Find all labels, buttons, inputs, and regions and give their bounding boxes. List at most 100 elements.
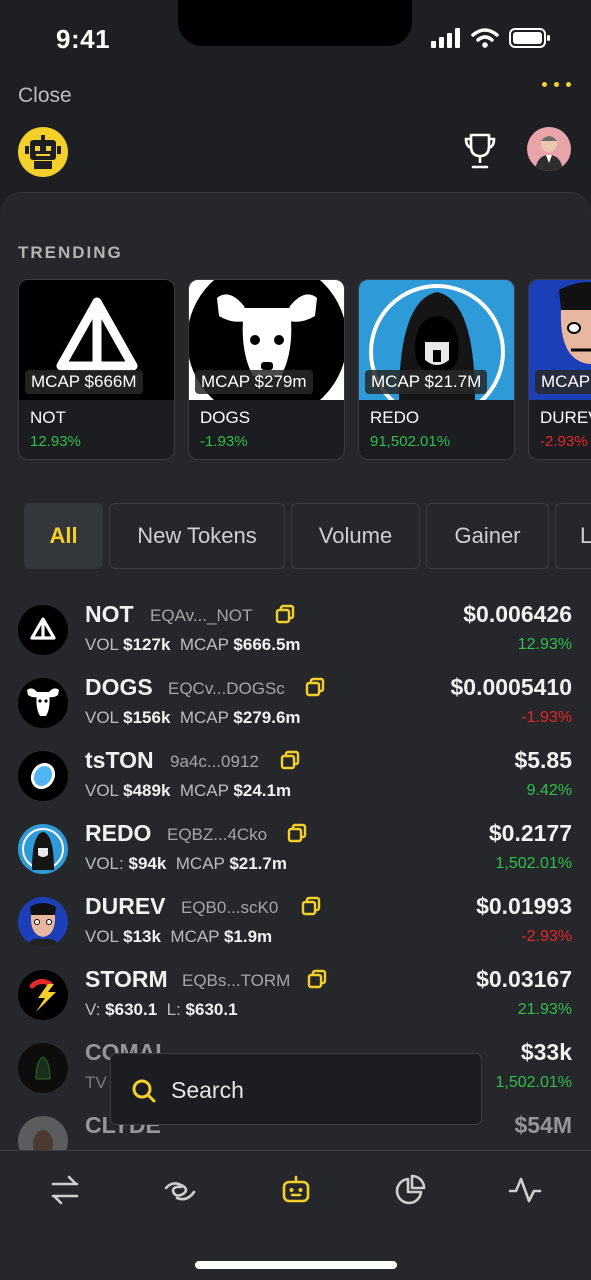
swap-icon: [51, 1175, 79, 1205]
trend-token-change: 12.93%: [30, 433, 81, 450]
close-button[interactable]: Close: [18, 84, 72, 108]
token-symbol: DUREV: [85, 893, 166, 919]
durev-portrait-icon: [18, 897, 68, 947]
robot-icon: [25, 135, 61, 169]
token-change: -1.93%: [521, 709, 572, 726]
tston-logo-icon: [18, 751, 68, 801]
token-address: 9a4c...0912: [170, 752, 259, 771]
trend-token-name: REDO: [370, 408, 420, 427]
battery-icon: [509, 28, 550, 48]
token-price: $0.03167: [476, 966, 572, 992]
token-change: 21.93%: [517, 1001, 572, 1018]
token-change: 12.93%: [517, 636, 572, 653]
comai-logo-icon: [18, 1043, 68, 1093]
token-address: EQB0...scK0: [181, 898, 279, 917]
copy-icon[interactable]: [274, 603, 296, 625]
dog-logo-icon: [18, 678, 68, 728]
search-icon: [132, 1079, 156, 1103]
token-row-tston[interactable]: tsTON 9a4c...0912 VOL $489k MCAP $24.1m …: [0, 741, 591, 814]
token-row-not[interactable]: NOT EQAv..._NOT VOL $127k MCAP $666.5m $…: [0, 595, 591, 668]
trend-token-change: -1.93%: [200, 433, 248, 450]
nav-portfolio[interactable]: [393, 1173, 427, 1207]
token-row-dogs[interactable]: DOGS EQCv...DOGSc VOL $156k MCAP $279.6m…: [0, 668, 591, 741]
trend-token-change: -2.93%: [540, 433, 588, 450]
token-change: 1,502.01%: [495, 1074, 572, 1091]
mcap-pill: MCAP $666M: [25, 370, 143, 394]
token-price: $54M: [514, 1112, 572, 1138]
token-stats: VOL: $94k MCAP $21.7m: [85, 854, 287, 873]
user-avatar[interactable]: [527, 127, 571, 171]
not-logo-icon: [18, 605, 68, 655]
status-bar: 9:41: [0, 0, 591, 80]
nav-activity[interactable]: [508, 1173, 542, 1207]
mcap-pill: MCAP $279m: [195, 370, 313, 394]
token-row-redo[interactable]: REDO EQBZ...4Cko VOL: $94k MCAP $21.7m $…: [0, 814, 591, 887]
trending-card-dogs[interactable]: MCAP $279m DOGS -1.93%: [188, 279, 345, 460]
nav-wave[interactable]: [163, 1173, 197, 1207]
token-stats: VOL $489k MCAP $24.1m: [85, 781, 292, 800]
cellular-signal-icon: [431, 28, 460, 48]
device-notch: [178, 0, 412, 46]
token-stats: VOL $127k MCAP $666.5m: [85, 635, 301, 654]
trend-token-name: DUREV: [540, 408, 591, 427]
search-input[interactable]: Search: [110, 1053, 482, 1125]
pie-chart-icon: [395, 1174, 426, 1205]
trophy-icon[interactable]: [463, 132, 497, 170]
storm-logo-icon: [18, 970, 68, 1020]
trending-card-not[interactable]: MCAP $666M NOT 12.93%: [18, 279, 175, 460]
token-stats: V: $630.1 L: $630.1: [85, 1000, 238, 1019]
copy-icon[interactable]: [286, 822, 308, 844]
token-price: $0.01993: [476, 893, 572, 919]
token-row-durev[interactable]: DUREV EQB0...scK0 VOL $13k MCAP $1.9m $0…: [0, 887, 591, 960]
bot-icon: [282, 1175, 310, 1203]
filter-tabs: All New Tokens Volume Gainer L: [24, 503, 591, 569]
trending-heading: TRENDING: [18, 243, 123, 262]
bot-logo[interactable]: [18, 127, 68, 177]
copy-icon[interactable]: [304, 676, 326, 698]
token-row-storm[interactable]: STORM EQBs...TORM V: $630.1 L: $630.1 $0…: [0, 960, 591, 1033]
token-change: -2.93%: [521, 928, 572, 945]
token-address: EQAv..._NOT: [150, 606, 253, 625]
clyde-logo-icon: [18, 1116, 68, 1152]
token-price: $33k: [520, 1039, 572, 1065]
trend-token-name: NOT: [30, 408, 66, 427]
wave-icon: [164, 1182, 196, 1201]
token-symbol: STORM: [85, 966, 168, 992]
trending-card-redo[interactable]: MCAP $21.7M REDO 91,502.01%: [358, 279, 515, 460]
main-sheet: TRENDING MCAP $666M NOT 12.93% MCAP $279…: [0, 192, 591, 1152]
copy-icon[interactable]: [306, 968, 328, 990]
trending-card-durev[interactable]: MCAP DUREV -2.93%: [528, 279, 591, 460]
trend-token-change: 91,502.01%: [370, 433, 451, 450]
token-price: $0.0005410: [450, 674, 572, 700]
tab-new-tokens[interactable]: New Tokens: [109, 503, 285, 569]
copy-icon[interactable]: [279, 749, 301, 771]
tab-gainer[interactable]: Gainer: [426, 503, 549, 569]
tab-volume[interactable]: Volume: [291, 503, 420, 569]
token-symbol: tsTON: [85, 747, 154, 773]
status-icons: [431, 28, 551, 48]
app-header: Close: [0, 80, 591, 190]
token-address: EQCv...DOGSc: [168, 679, 285, 698]
tab-more[interactable]: L: [555, 503, 591, 569]
mcap-pill: MCAP $21.7M: [365, 370, 488, 394]
token-symbol: DOGS: [85, 674, 153, 700]
token-stats: VOL $156k MCAP $279.6m: [85, 708, 301, 727]
token-price: $0.006426: [463, 601, 572, 627]
home-indicator: [195, 1261, 397, 1269]
more-options-icon[interactable]: [542, 82, 571, 87]
token-address: EQBZ...4Cko: [167, 825, 268, 844]
trend-token-name: DOGS: [200, 408, 251, 427]
token-symbol: REDO: [85, 820, 152, 846]
token-change: 1,502.01%: [495, 855, 572, 872]
token-price: $0.2177: [488, 820, 572, 846]
nav-bot[interactable]: [279, 1173, 313, 1207]
token-price: $5.85: [514, 747, 572, 773]
person-portrait-icon: [535, 136, 563, 171]
nav-swap[interactable]: [48, 1173, 82, 1207]
token-symbol: NOT: [85, 601, 134, 627]
hooded-figure-icon: [18, 824, 68, 874]
copy-icon[interactable]: [300, 895, 322, 917]
trending-carousel[interactable]: MCAP $666M NOT 12.93% MCAP $279m DOGS -1…: [18, 279, 591, 461]
tab-all[interactable]: All: [24, 503, 103, 569]
token-stats: TV: [85, 1073, 107, 1092]
